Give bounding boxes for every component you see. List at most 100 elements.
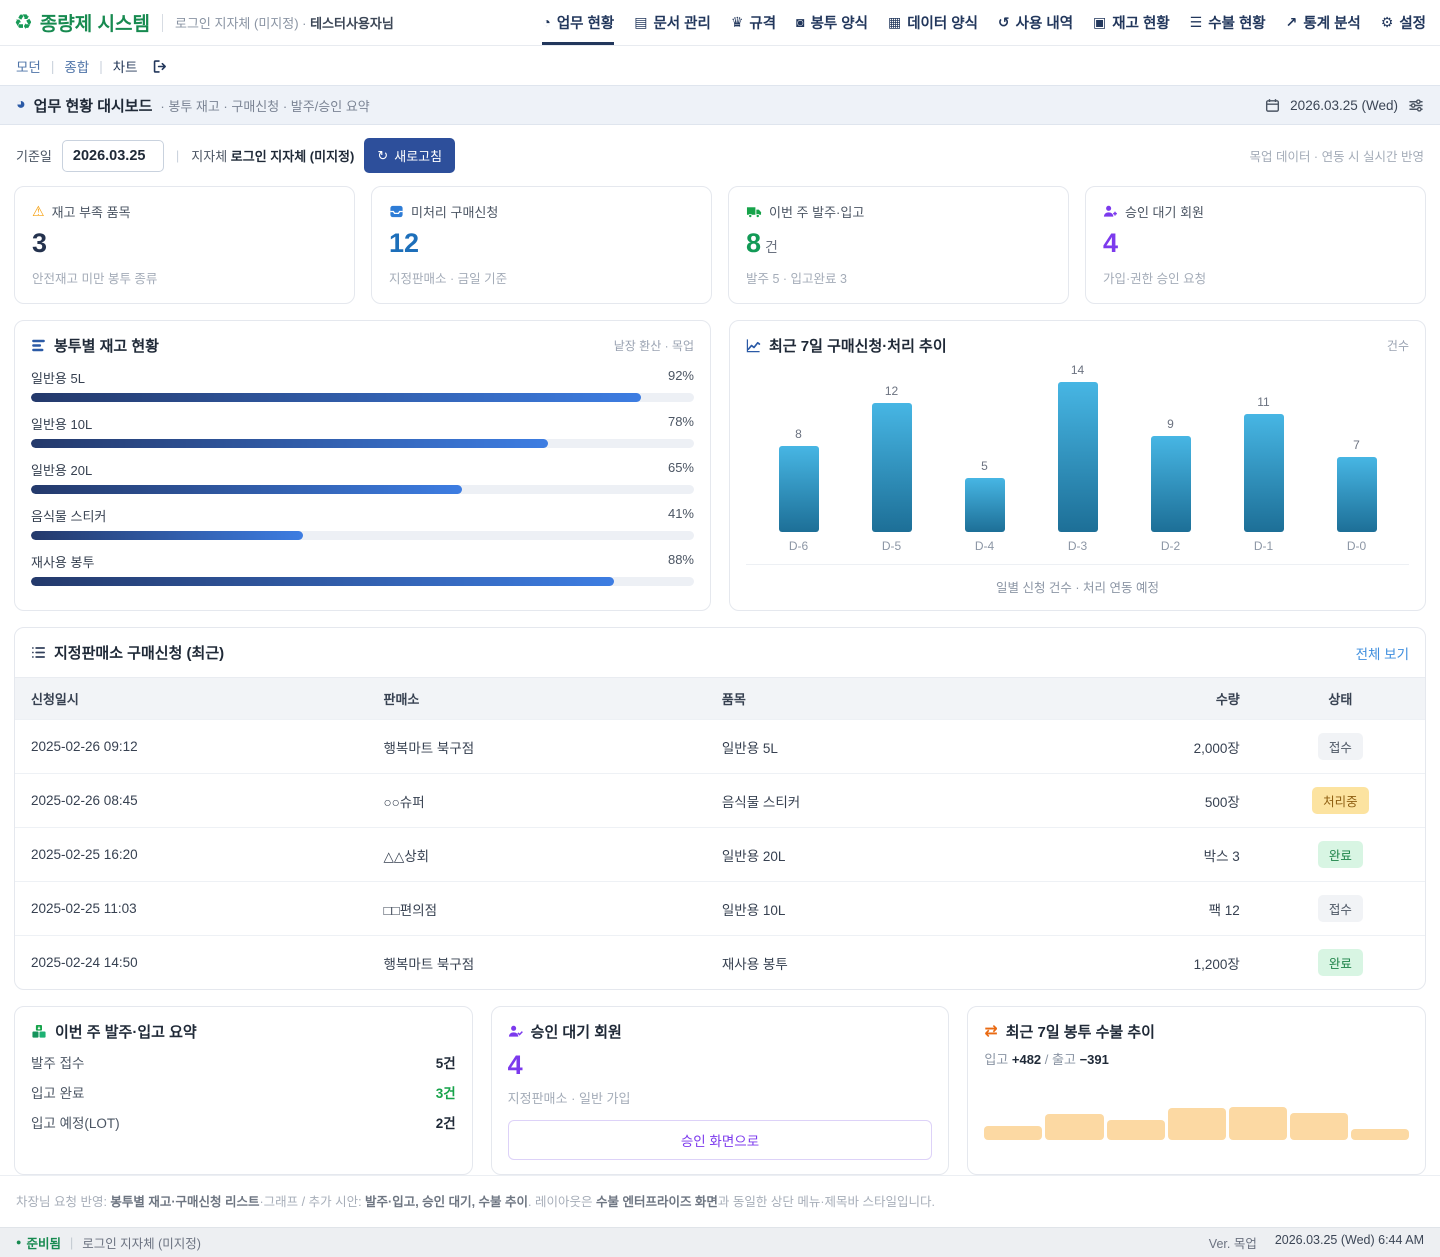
settings-icon: ⚙ <box>1381 15 1394 31</box>
history-icon: ↺ <box>998 15 1010 31</box>
view-link-차트[interactable]: 차트 <box>113 56 138 76</box>
stock-bar-label: 일반용 20L <box>31 460 92 479</box>
trend-bar-value: 14 <box>1071 363 1084 377</box>
nav-item-work-status[interactable]: ◔업무 현황 <box>542 0 614 45</box>
footer-note-segment: 수불 엔터프라이즈 화면 <box>596 1195 718 1209</box>
main-nav: ◔업무 현황 ▤ 문서 관리 ♛규격 ◙ 봉투 양식 ▦데이터 양식 ↺사용 내역 ▣재고 현황… <box>542 0 1426 45</box>
stock-bar-labels: 일반용 20L 65% <box>31 460 694 479</box>
trend-x-label: D-5 <box>845 539 938 553</box>
titlebar-date[interactable]: 2026.03.25 (Wed) <box>1290 98 1398 113</box>
cell-datetime: 2025-02-26 09:12 <box>15 720 368 774</box>
org-value: 로그인 지자체 (미지정) <box>231 149 355 164</box>
stock-bar-row: 일반용 5L 92% <box>31 368 694 402</box>
dashboard-titlebar: ◕ 업무 현황 대시보드 · 봉투 재고 · 구매신청 · 발주/승인 요약 2… <box>0 85 1440 125</box>
inbound-value: +482 <box>1012 1052 1041 1067</box>
nav-item-doc-management[interactable]: ▤ 문서 관리 <box>634 0 711 45</box>
stock-bar-labels: 일반용 10L78% <box>31 414 694 433</box>
sparkline-bar <box>1107 1120 1165 1140</box>
kpi-number: 12 <box>389 228 419 258</box>
requests-panel: 지정판매소 구매신청 (최근) 전체 보기 신청일시판매소품목수량상태 2025… <box>14 627 1426 990</box>
cell-datetime: 2025-02-24 14:50 <box>15 936 368 990</box>
nav-item-bag-form[interactable]: ◙ 봉투 양식 <box>796 0 868 45</box>
stock-bar-track <box>31 485 694 494</box>
view-link-종합[interactable]: 종합 <box>64 56 89 76</box>
bottom-row: 이번 주 발주·입고 요약 발주 접수5건입고 완료3건입고 예정(LOT)2건… <box>14 1006 1426 1175</box>
cell-store: □□편의점 <box>368 882 706 936</box>
ledger-trend-panel: ⇄ 최근 7일 봉투 수불 추이 입고 +482 / 출고 −391 <box>967 1006 1426 1175</box>
kpi-card-head: 승인 대기 회원 <box>1103 202 1408 221</box>
statusbar-org: 로그인 지자체 (미지정) <box>82 1233 201 1252</box>
kpi-title: 미처리 구매신청 <box>411 202 498 221</box>
sliders-icon[interactable] <box>1408 98 1424 113</box>
kpi-number: 3 <box>32 228 47 258</box>
stock-bar-labels: 음식물 스티커41% <box>31 506 694 525</box>
nav-item-spec[interactable]: ♛규격 <box>731 0 776 45</box>
refresh-button[interactable]: ↻ 새로고침 <box>364 138 455 173</box>
charts-row: 봉투별 재고 현황 낱장 환산 · 목업 일반용 5L92%일반용 10L78%… <box>14 320 1426 611</box>
ledger-sparkline <box>984 1094 1409 1140</box>
nav-item-label: 문서 관리 <box>653 12 710 33</box>
order-summary-title: 이번 주 발주·입고 요약 <box>55 1021 197 1042</box>
trend-bar <box>872 403 912 532</box>
column-header-1: 신청일시 <box>15 678 368 720</box>
stock-bar-percent: 65% <box>668 460 694 479</box>
kpi-subtitle: 지정판매소 · 금일 기준 <box>389 268 694 287</box>
kpi-subtitle: 안전재고 미만 봉투 종류 <box>32 268 337 287</box>
bag-icon: ◙ <box>796 15 804 31</box>
trend-panel-head: 최근 7일 구매신청·처리 추이 건수 <box>746 335 1409 356</box>
footer-note-segment: 봉투별 재고·구매신청 리스트 <box>110 1195 259 1209</box>
cell-item: 일반용 10L <box>706 882 1087 936</box>
nav-item-inventory[interactable]: ▣재고 현황 <box>1093 0 1170 45</box>
view-switcher: 모던|종합|차트 <box>0 46 1440 85</box>
approval-panel: 승인 대기 회원 4 지정판매소 · 일반 가입 승인 화면으로 <box>491 1006 950 1175</box>
trend-x-label: D-6 <box>752 539 845 553</box>
cell-datetime: 2025-02-26 08:45 <box>15 774 368 828</box>
view-all-link[interactable]: 전체 보기 <box>1356 643 1409 663</box>
trend-bar <box>1058 382 1098 532</box>
stock-bar-label: 일반용 5L <box>31 368 85 387</box>
logout-icon[interactable] <box>152 59 168 74</box>
column-header-3: 품목 <box>706 678 1087 720</box>
document-icon: ▤ <box>634 15 647 31</box>
org-label: 지자체 <box>191 149 227 164</box>
order-summary-label: 발주 접수 <box>31 1052 84 1072</box>
kpi-title: 이번 주 발주·입고 <box>769 202 864 221</box>
stock-bar-label: 재사용 봉투 <box>31 552 94 571</box>
kpi-value: 8건 <box>746 228 1051 259</box>
stock-bar-label: 일반용 10L <box>31 414 92 433</box>
boxes-icon <box>31 1024 47 1039</box>
trend-x-label: D-2 <box>1124 539 1217 553</box>
nav-item-settings[interactable]: ⚙설정 <box>1381 0 1426 45</box>
view-link-모던[interactable]: 모던 <box>16 56 41 76</box>
nav-item-stats[interactable]: ↗통계 분석 <box>1286 0 1361 45</box>
sparkline-bar <box>1351 1129 1409 1140</box>
nav-item-ledger[interactable]: ☰수불 현황 <box>1190 0 1266 45</box>
order-summary-row: 입고 완료3건 <box>31 1082 456 1102</box>
trend-x-label: D-3 <box>1031 539 1124 553</box>
status-badge: 접수 <box>1318 733 1363 760</box>
cell-item: 일반용 5L <box>706 720 1087 774</box>
filter-separator: | <box>176 148 179 163</box>
list-icon <box>31 645 46 660</box>
stock-bar-percent: 92% <box>668 368 694 387</box>
trend-bar <box>1151 436 1191 532</box>
base-date-input[interactable] <box>62 140 164 172</box>
login-context: 로그인 지자체 (미지정) · 테스터사용자님 <box>175 13 394 32</box>
cell-qty: 500장 <box>1087 774 1256 828</box>
order-summary-value: 2건 <box>436 1112 456 1132</box>
nav-item-data-form[interactable]: ▦데이터 양식 <box>888 0 978 45</box>
stock-bar-row: 일반용 10L78% <box>31 414 694 448</box>
stock-bar-track <box>31 577 694 586</box>
sparkline-bar <box>1290 1113 1348 1140</box>
cell-store: 행복마트 북구점 <box>368 936 706 990</box>
requests-table: 신청일시판매소품목수량상태 2025-02-26 09:12행복마트 북구점일반… <box>15 677 1425 989</box>
kpi-subtitle: 발주 5 · 입고완료 3 <box>746 268 1051 287</box>
trend-caption: 일별 신청 건수 · 처리 연동 예정 <box>746 565 1409 596</box>
nav-item-usage-history[interactable]: ↺사용 내역 <box>998 0 1073 45</box>
nav-item-label: 봉투 양식 <box>811 12 868 33</box>
stock-panel: 봉투별 재고 현황 낱장 환산 · 목업 일반용 5L92%일반용 10L78%… <box>14 320 711 611</box>
kpi-value: 4 <box>1103 228 1408 259</box>
go-approval-button[interactable]: 승인 화면으로 <box>508 1120 933 1160</box>
trend-unit-label: 건수 <box>1387 337 1409 354</box>
footer-note-segment: . 레이아웃은 <box>528 1195 596 1209</box>
